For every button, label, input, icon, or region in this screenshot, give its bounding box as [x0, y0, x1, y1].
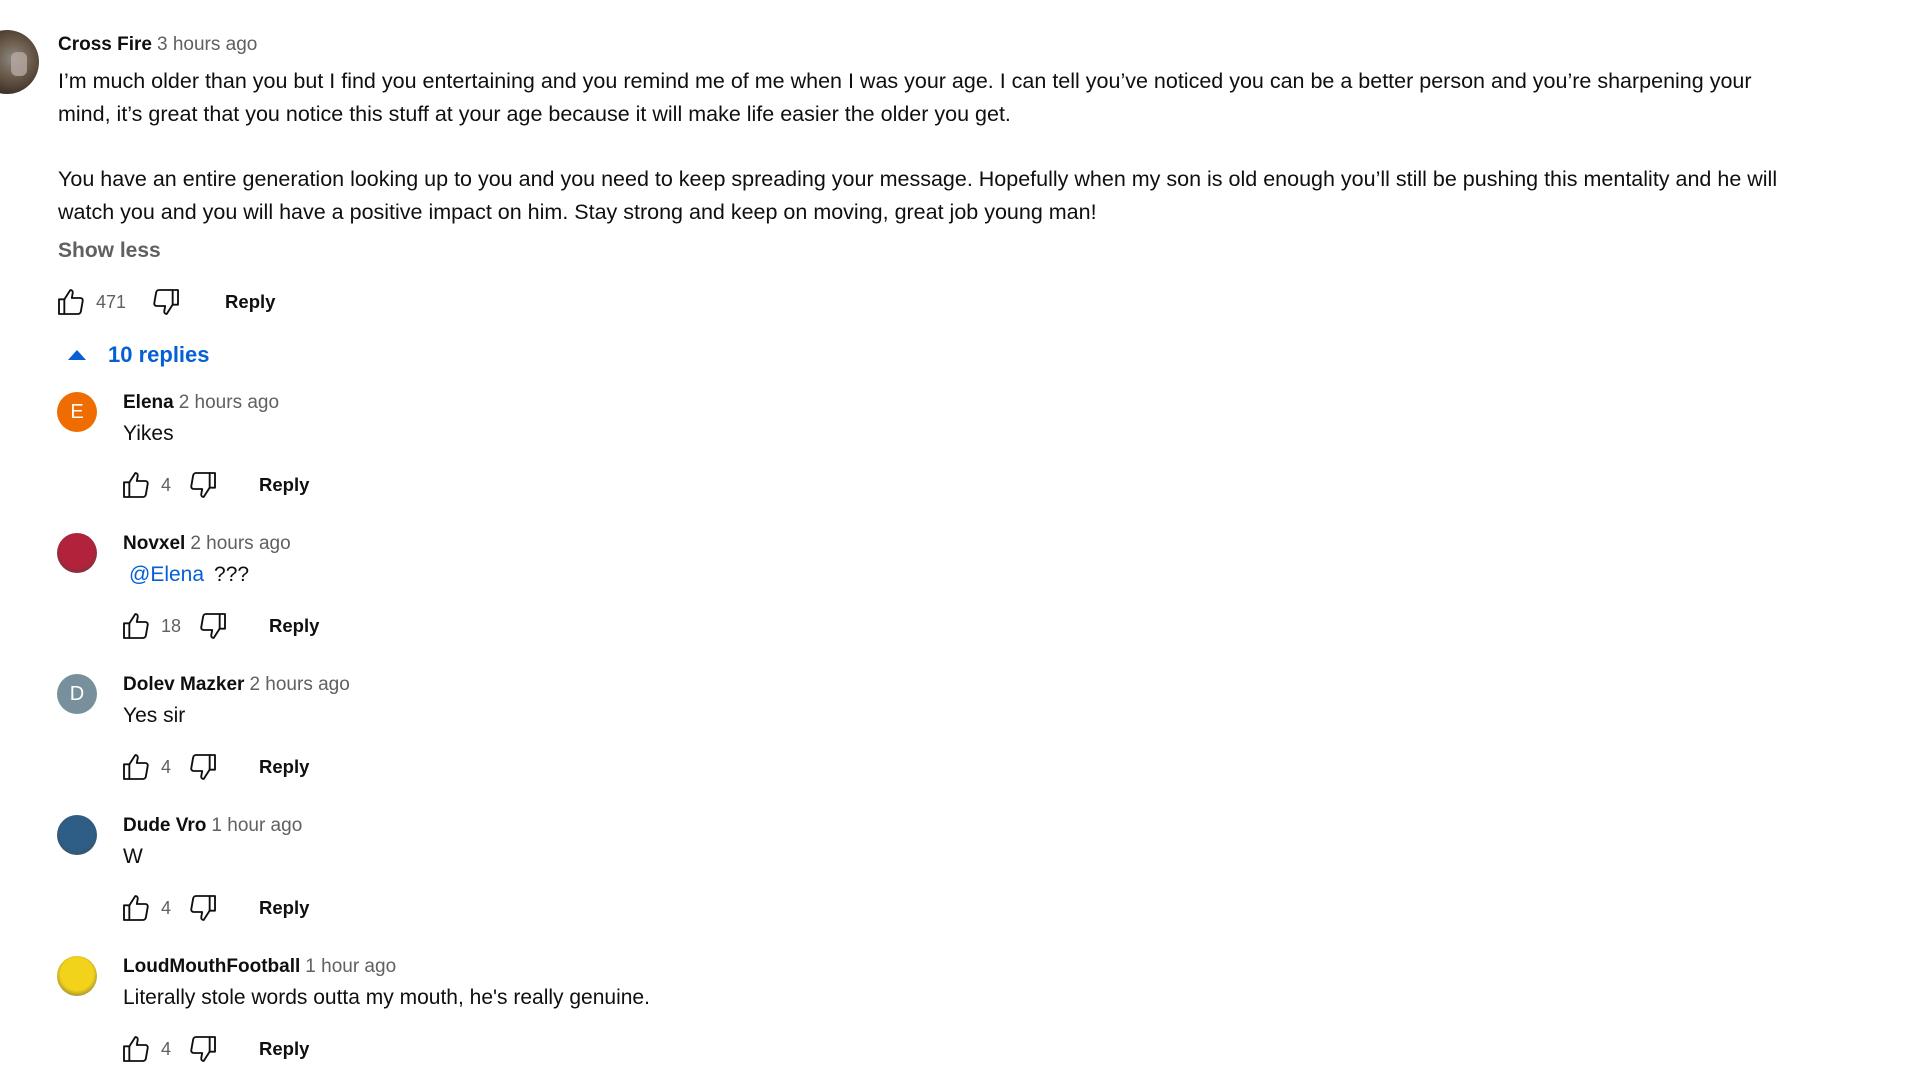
reply-avatar[interactable]: [57, 533, 97, 573]
commenter-avatar[interactable]: [0, 30, 39, 94]
reply-author[interactable]: Dude Vro: [123, 815, 206, 836]
comment-header: Cross Fire 3 hours ago: [58, 33, 257, 57]
thumbs-up-icon[interactable]: [120, 610, 152, 642]
reply-body: ???: [214, 563, 250, 586]
like-count: 4: [161, 474, 172, 495]
comment-timestamp[interactable]: 3 hours ago: [157, 34, 257, 55]
reply-author[interactable]: Elena: [123, 392, 174, 413]
reply-timestamp[interactable]: 1 hour ago: [305, 956, 396, 977]
thumbs-up-icon[interactable]: [120, 1033, 152, 1065]
reply-button[interactable]: Reply: [269, 615, 319, 637]
thumbs-up-icon[interactable]: [120, 469, 152, 501]
reply-header: LoudMouthFootball 1 hour ago: [123, 955, 396, 979]
reply-timestamp[interactable]: 2 hours ago: [179, 392, 279, 413]
avatar-letter: D: [69, 682, 85, 705]
comment-line: I’m much older than you but I find you e…: [58, 69, 1752, 93]
reply-actions: 18 Reply: [120, 608, 319, 644]
reply-author[interactable]: Novxel: [123, 533, 185, 554]
like-count: 471: [96, 291, 127, 312]
thumbs-down-icon[interactable]: [187, 751, 219, 783]
reply-timestamp[interactable]: 1 hour ago: [211, 815, 302, 836]
like-count: 4: [161, 1038, 172, 1059]
like-count: 4: [161, 756, 172, 777]
caret-up-icon: [68, 350, 86, 360]
comment-paragraph-2: You have an entire generation looking up…: [58, 163, 1777, 228]
reply-avatar[interactable]: D: [57, 674, 97, 714]
comment-line: mind, it’s great that you notice this st…: [58, 101, 1011, 126]
reply-actions: 4 Reply: [120, 467, 309, 503]
comment-actions: 471 Reply: [55, 284, 275, 320]
comment-paragraph-1: I’m much older than you but I find you e…: [58, 65, 1752, 130]
reply-button[interactable]: Reply: [259, 756, 309, 778]
reply-avatar[interactable]: [57, 815, 97, 855]
thumbs-down-icon[interactable]: [150, 286, 182, 318]
avatar-letter: E: [70, 400, 84, 423]
reply-actions: 4 Reply: [120, 1031, 309, 1067]
replies-toggle-button[interactable]: 10 replies: [68, 342, 210, 368]
thumbs-up-icon[interactable]: [55, 286, 87, 318]
reply-text: W: [123, 845, 143, 869]
reply-button[interactable]: Reply: [225, 291, 275, 313]
reply-text: Yikes: [123, 422, 174, 446]
show-less-button[interactable]: Show less: [58, 239, 161, 263]
comment-line: You have an entire generation looking up…: [58, 167, 1778, 191]
reply-timestamp[interactable]: 2 hours ago: [190, 533, 290, 554]
reply-body: Yes sir: [123, 704, 186, 727]
thumbs-down-icon[interactable]: [187, 1033, 219, 1065]
reply-header: Dolev Mazker 2 hours ago: [123, 673, 350, 697]
thumbs-up-icon[interactable]: [120, 892, 152, 924]
mention-link[interactable]: @Elena: [129, 563, 204, 586]
reply-button[interactable]: Reply: [259, 897, 309, 919]
comment-line: watch you and you will have a positive i…: [58, 199, 1097, 224]
reply-header: Dude Vro 1 hour ago: [123, 814, 302, 838]
reply-avatar[interactable]: E: [57, 392, 97, 432]
like-count: 4: [161, 897, 172, 918]
reply-header: Novxel 2 hours ago: [123, 532, 291, 556]
reply-body: W: [123, 845, 143, 868]
reply-text: @Elena???: [123, 563, 249, 587]
reply-actions: 4 Reply: [120, 749, 309, 785]
thumbs-down-icon[interactable]: [187, 469, 219, 501]
reply-text: Yes sir: [123, 704, 185, 728]
thumbs-up-icon[interactable]: [120, 751, 152, 783]
reply-text: Literally stole words outta my mouth, he…: [123, 986, 650, 1010]
reply-author[interactable]: Dolev Mazker: [123, 674, 244, 695]
thumbs-down-icon[interactable]: [197, 610, 229, 642]
reply-timestamp[interactable]: 2 hours ago: [249, 674, 349, 695]
reply-author[interactable]: LoudMouthFootball: [123, 956, 300, 977]
reply-body: Literally stole words outta my mouth, he…: [123, 986, 650, 1009]
thumbs-down-icon[interactable]: [187, 892, 219, 924]
reply-button[interactable]: Reply: [259, 1038, 309, 1060]
reply-avatar[interactable]: [57, 956, 97, 996]
reply-header: Elena 2 hours ago: [123, 391, 279, 415]
reply-button[interactable]: Reply: [259, 474, 309, 496]
comment-author[interactable]: Cross Fire: [58, 34, 152, 55]
reply-actions: 4 Reply: [120, 890, 309, 926]
replies-count-label: 10 replies: [108, 342, 210, 367]
reply-body: Yikes: [123, 422, 174, 445]
like-count: 18: [161, 615, 182, 636]
